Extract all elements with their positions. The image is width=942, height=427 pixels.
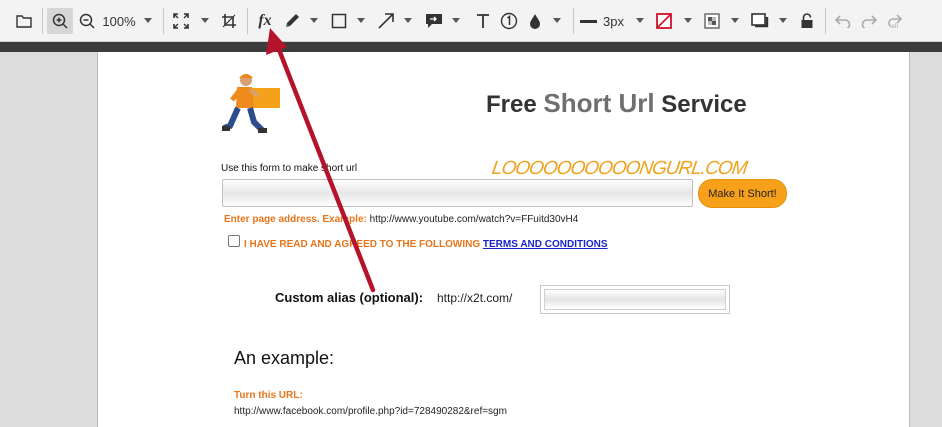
alias-domain-prefix: http://x2t.com/ <box>437 291 513 305</box>
fit-icon[interactable] <box>170 8 192 34</box>
custom-alias-field[interactable] <box>540 285 730 314</box>
delivery-man-icon <box>222 74 280 133</box>
custom-alias-label: Custom alias (optional): <box>275 290 424 305</box>
redo-all-icon[interactable]: all <box>884 8 906 34</box>
formula-icon[interactable]: fx <box>254 8 276 34</box>
open-folder-icon[interactable] <box>12 8 36 34</box>
callout-icon[interactable] <box>423 8 445 34</box>
svg-text:all: all <box>891 23 898 29</box>
blur-icon[interactable] <box>524 8 546 34</box>
title-part-1: Free <box>486 91 544 118</box>
line-width-icon <box>580 19 597 23</box>
toolbar-separator <box>42 8 43 34</box>
site-logo[interactable]: LOOOOOOOOOONGURL.COM <box>222 70 748 179</box>
zoom-in-icon[interactable] <box>47 8 73 34</box>
zoom-level-value: 100% <box>102 13 136 29</box>
chevron-down-icon[interactable] <box>779 18 787 23</box>
chevron-down-icon[interactable] <box>310 18 318 23</box>
example-long-url: http://www.facebook.com/profile.php?id=7… <box>234 406 507 417</box>
undo-icon[interactable] <box>832 8 854 34</box>
rectangle-icon[interactable] <box>328 8 350 34</box>
chevron-down-icon[interactable] <box>553 18 561 23</box>
toolbar-shadow-strip <box>0 42 942 52</box>
url-example-line: Enter page address. Example: http://www.… <box>224 214 578 225</box>
title-highlight: Short Url <box>543 88 655 118</box>
zoom-level-select[interactable]: 100% <box>100 8 138 34</box>
counter-icon[interactable] <box>498 8 520 34</box>
shadow-icon[interactable] <box>749 8 771 34</box>
redo-icon[interactable] <box>858 8 880 34</box>
logo-wordmark: LOOOOOOOOOONGURL.COM <box>490 158 749 179</box>
toolbar-separator <box>163 8 164 34</box>
toolbar-separator <box>825 8 826 34</box>
page-title: Free Short Url Service <box>486 88 747 119</box>
agree-terms-checkbox[interactable] <box>228 235 240 247</box>
example-url: http://www.youtube.com/watch?v=FFuitd30v… <box>369 214 579 225</box>
custom-alias-input[interactable] <box>544 289 726 310</box>
chevron-down-icon[interactable] <box>404 18 412 23</box>
example-label: Enter page address. Example: <box>224 214 367 225</box>
screenshot-editor-toolbar: 100% fx 3px all <box>0 0 942 42</box>
arrow-icon[interactable] <box>375 8 397 34</box>
pen-icon[interactable] <box>281 8 303 34</box>
text-icon[interactable] <box>472 8 494 34</box>
terms-and-conditions-link[interactable]: TERMS AND CONDITIONS <box>483 239 608 250</box>
chevron-down-icon[interactable] <box>144 18 152 23</box>
lock-icon[interactable] <box>796 8 818 34</box>
make-it-short-button[interactable]: Make It Short! <box>698 179 787 208</box>
crop-icon[interactable] <box>218 8 240 34</box>
chevron-down-icon[interactable] <box>357 18 365 23</box>
toolbar-separator <box>247 8 248 34</box>
chevron-down-icon[interactable] <box>731 18 739 23</box>
chevron-down-icon[interactable] <box>201 18 209 23</box>
line-width-value: 3px <box>603 13 624 29</box>
chevron-down-icon[interactable] <box>636 18 644 23</box>
zoom-out-icon[interactable] <box>76 8 98 34</box>
form-hint-text: Use this form to make short url <box>221 163 358 174</box>
agree-terms-label: I HAVE READ AND AGREED TO THE FOLLOWING <box>244 239 481 250</box>
title-part-2: Service <box>654 91 747 118</box>
toolbar-separator <box>573 8 574 34</box>
line-width-select[interactable]: 3px <box>580 8 634 34</box>
formula-icon-label: fx <box>258 12 272 29</box>
turn-this-url-label: Turn this URL: <box>234 390 303 401</box>
fill-pattern-icon[interactable] <box>701 8 723 34</box>
long-url-input[interactable] <box>222 179 693 207</box>
chevron-down-icon[interactable] <box>684 18 692 23</box>
agree-terms-line: I HAVE READ AND AGREED TO THE FOLLOWING … <box>244 239 608 250</box>
example-heading: An example: <box>234 348 335 368</box>
chevron-down-icon[interactable] <box>452 18 460 23</box>
no-color-icon[interactable] <box>653 8 675 34</box>
